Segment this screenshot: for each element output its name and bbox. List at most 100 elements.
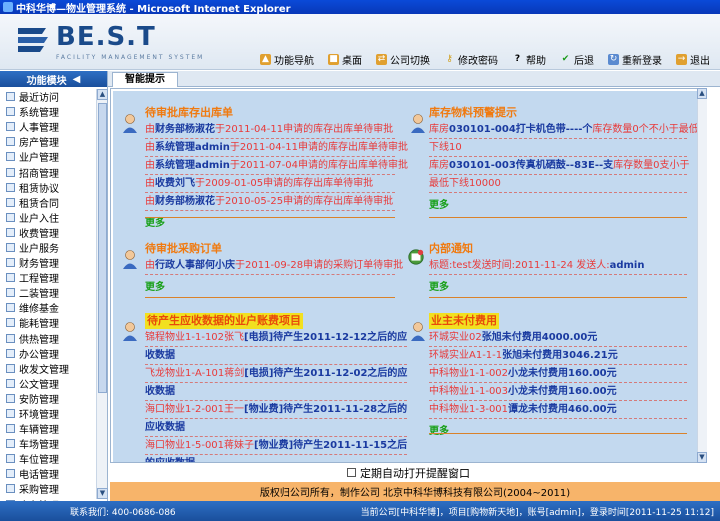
unpaid-line-name: 中科物业1-3-001 (429, 404, 509, 415)
sidebar-item[interactable]: 租赁合同 (0, 195, 96, 210)
scroll-down-icon[interactable]: ▼ (97, 488, 108, 499)
sidebar-item[interactable]: 公文管理 (0, 376, 96, 391)
warning-line[interactable]: 库房030101-003传真机硒鼓--83E--支库存数量0支小于 (429, 157, 690, 175)
unpaid-line[interactable]: 中科物业1-1-003小龙未付费用160.00元 (429, 383, 687, 401)
sidebar-item[interactable]: 系统管理 (0, 104, 96, 119)
module-icon (6, 409, 15, 419)
billing-line[interactable]: 收数据 (145, 383, 407, 401)
auto-open-checkbox[interactable] (347, 468, 356, 477)
company-switch-icon: ⇄ (376, 54, 387, 65)
sidebar-item[interactable]: 业户服务 (0, 240, 96, 255)
sidebar-item[interactable]: 收发文管理 (0, 361, 96, 376)
billing-line[interactable]: 的应收数据 (145, 455, 407, 462)
session-info: 当前公司[中科华博]，项目[购物新天地]，账号[admin]，登录时间[2011… (360, 507, 714, 518)
sidebar-item-label: 房产管理 (19, 138, 59, 150)
purchase-block: 待审批采购订单 由行政人事部何小庆于2011-09-28申请的采购订单待审批 更… (145, 241, 403, 293)
billing-line[interactable]: 收数据 (145, 347, 407, 365)
tab-smart-tips[interactable]: 智能提示 (112, 72, 178, 87)
billing-line[interactable]: 飞龙物业1-A-101蒋剑[电损]待产生2011-12-02之后的应 (145, 365, 407, 383)
sidebar-item[interactable]: 二装管理 (0, 285, 96, 300)
module-icon (6, 212, 15, 222)
person-icon (123, 250, 137, 269)
logo-text: BE.S.T (56, 22, 156, 52)
sidebar-item[interactable]: 财务管理 (0, 255, 96, 270)
sidebar-item[interactable]: 工程管理 (0, 270, 96, 285)
unpaid-line[interactable]: 环城实业02张旭未付费用4000.00元 (429, 329, 687, 347)
outbound-line[interactable]: 由财务部杨淑花于2011-04-11申请的库存出库单待审批 (145, 121, 395, 139)
outbound-line[interactable]: 由系统管理admin于2011-04-11申请的库存出库单待审批 (145, 139, 408, 157)
desktop-button[interactable]: ■ 桌面 (328, 52, 362, 67)
help-button[interactable]: ? 帮助 (512, 52, 546, 67)
notice-line[interactable]: 标题:test发送时间:2011-11-24 发送人:admin (429, 257, 687, 275)
outbound-line[interactable]: 由收费刘飞于2009-01-05申请的库存出库单待审批 (145, 175, 395, 193)
outbound-line[interactable]: 由财务部杨淑花于2010-05-25申请的库存出库单待审批 (145, 193, 395, 211)
exit-button[interactable]: → 退出 (676, 52, 710, 67)
sidebar-item[interactable]: 车位管理 (0, 451, 96, 466)
sidebar-item[interactable]: 租赁协议 (0, 180, 96, 195)
unpaid-line[interactable]: 环城实业A1-1-1张旭未付费用3046.21元 (429, 347, 687, 365)
warning-line-name: 030101-004打卡机色带----个 (449, 124, 593, 135)
billing-line-suffix: 应收数据 (145, 422, 185, 433)
billing-line-suffix: 收数据 (145, 350, 175, 361)
sidebar-item[interactable]: 业户管理 (0, 149, 96, 164)
collapse-arrow-icon[interactable]: ◀ (73, 74, 81, 85)
contact-info: 联系我们: 400-0686-086 (70, 507, 176, 518)
scroll-up-icon[interactable]: ▲ (697, 88, 707, 99)
purchase-more-link[interactable]: 更多 (145, 278, 165, 293)
divider (145, 297, 395, 298)
sidebar-item[interactable]: 业户入住 (0, 210, 96, 225)
sidebar-item[interactable]: 采购管理 (0, 481, 96, 496)
billing-line[interactable]: 应收数据 (145, 419, 407, 437)
sidebar-item-label: 租赁协议 (19, 183, 59, 195)
billing-line[interactable]: 锦程物业1-1-102张飞[电损]待产生2011-12-12之后的应 (145, 329, 407, 347)
scroll-down-icon[interactable]: ▼ (697, 452, 707, 463)
sidebar-item[interactable]: 能耗管理 (0, 315, 96, 330)
unpaid-more-link[interactable]: 更多 (429, 422, 449, 437)
tips-panel: 待审批库存出库单 由财务部杨淑花于2011-04-11申请的库存出库单待审批 由系… (113, 91, 706, 462)
change-password-button[interactable]: ⚷ 修改密码 (444, 52, 498, 67)
warning-line[interactable]: 最低下线10000 (429, 175, 687, 193)
divider (429, 297, 687, 298)
unpaid-line[interactable]: 中科物业1-1-002小龙未付费用160.00元 (429, 365, 687, 383)
warning-line-prefix: 库房 (429, 160, 449, 171)
navigation-icon: ▲ (260, 54, 271, 65)
company-switch-button[interactable]: ⇄ 公司切换 (376, 52, 430, 67)
billing-line[interactable]: 海口物业1-5-001蒋妹子[物业费]待产生2011-11-15之后 (145, 437, 407, 455)
divider (145, 217, 395, 218)
billing-line[interactable]: 海口物业1-2-001王一[物业费]待产生2011-11-28之后的 (145, 401, 407, 419)
notice-more-link[interactable]: 更多 (429, 278, 449, 293)
billing-line-suffix: [电损]待产生2011-12-12之后的应 (244, 332, 408, 343)
back-button[interactable]: ✔ 后退 (560, 52, 594, 67)
unpaid-line-name: 中科物业1-1-002 (429, 368, 509, 379)
sidebar-item[interactable]: 电话管理 (0, 466, 96, 481)
sidebar-item[interactable]: 车辆管理 (0, 421, 96, 436)
sidebar-item-label: 收发文管理 (19, 364, 69, 376)
sidebar-item[interactable]: 最近访问 (0, 89, 96, 104)
sidebar-item[interactable]: 招商管理 (0, 164, 96, 180)
scroll-thumb[interactable] (98, 103, 107, 393)
outbound-line[interactable]: 由系统管理admin于2011-07-04申请的库存出库单待审批 (145, 157, 408, 175)
sidebar-item[interactable]: 车场管理 (0, 436, 96, 451)
sidebar-scrollbar[interactable]: ▲ ▼ (96, 89, 108, 499)
unpaid-line[interactable]: 中科物业1-3-001谭龙未付费用460.00元 (429, 401, 687, 419)
sidebar-item[interactable]: 收费管理 (0, 225, 96, 240)
sidebar-item-label: 业户服务 (19, 243, 59, 255)
main-scrollbar[interactable]: ▲ ▼ (697, 88, 707, 463)
warning-line[interactable]: 下线10 (429, 139, 687, 157)
sidebar-item[interactable]: 维修基金 (0, 300, 96, 315)
sidebar-item[interactable]: 环境管理 (0, 406, 96, 421)
warning-line[interactable]: 库房030101-004打卡机色带----个库存数量0个不小于最低 (429, 121, 699, 139)
window-title: 中科华博—物业管理系统 - Microsoft Internet Explore… (16, 3, 291, 15)
sidebar-item[interactable]: 人事管理 (0, 119, 96, 134)
sidebar-item[interactable]: 办公管理 (0, 346, 96, 361)
nav-button[interactable]: ▲ 功能导航 (260, 52, 314, 67)
relogin-button[interactable]: ↻ 重新登录 (608, 52, 662, 67)
purchase-line[interactable]: 由行政人事部何小庆于2011-09-28申请的采购订单待审批 (145, 257, 403, 275)
sidebar-item[interactable]: 安防管理 (0, 391, 96, 406)
notice-line-suffix: 标题:test发送时间:2011-11-24 发送人: (429, 260, 610, 271)
purchase-title: 待审批采购订单 (145, 242, 222, 255)
scroll-up-icon[interactable]: ▲ (97, 89, 108, 100)
sidebar-item[interactable]: 供热管理 (0, 331, 96, 346)
sidebar-item[interactable]: 房产管理 (0, 134, 96, 149)
warning-more-link[interactable]: 更多 (429, 196, 449, 211)
